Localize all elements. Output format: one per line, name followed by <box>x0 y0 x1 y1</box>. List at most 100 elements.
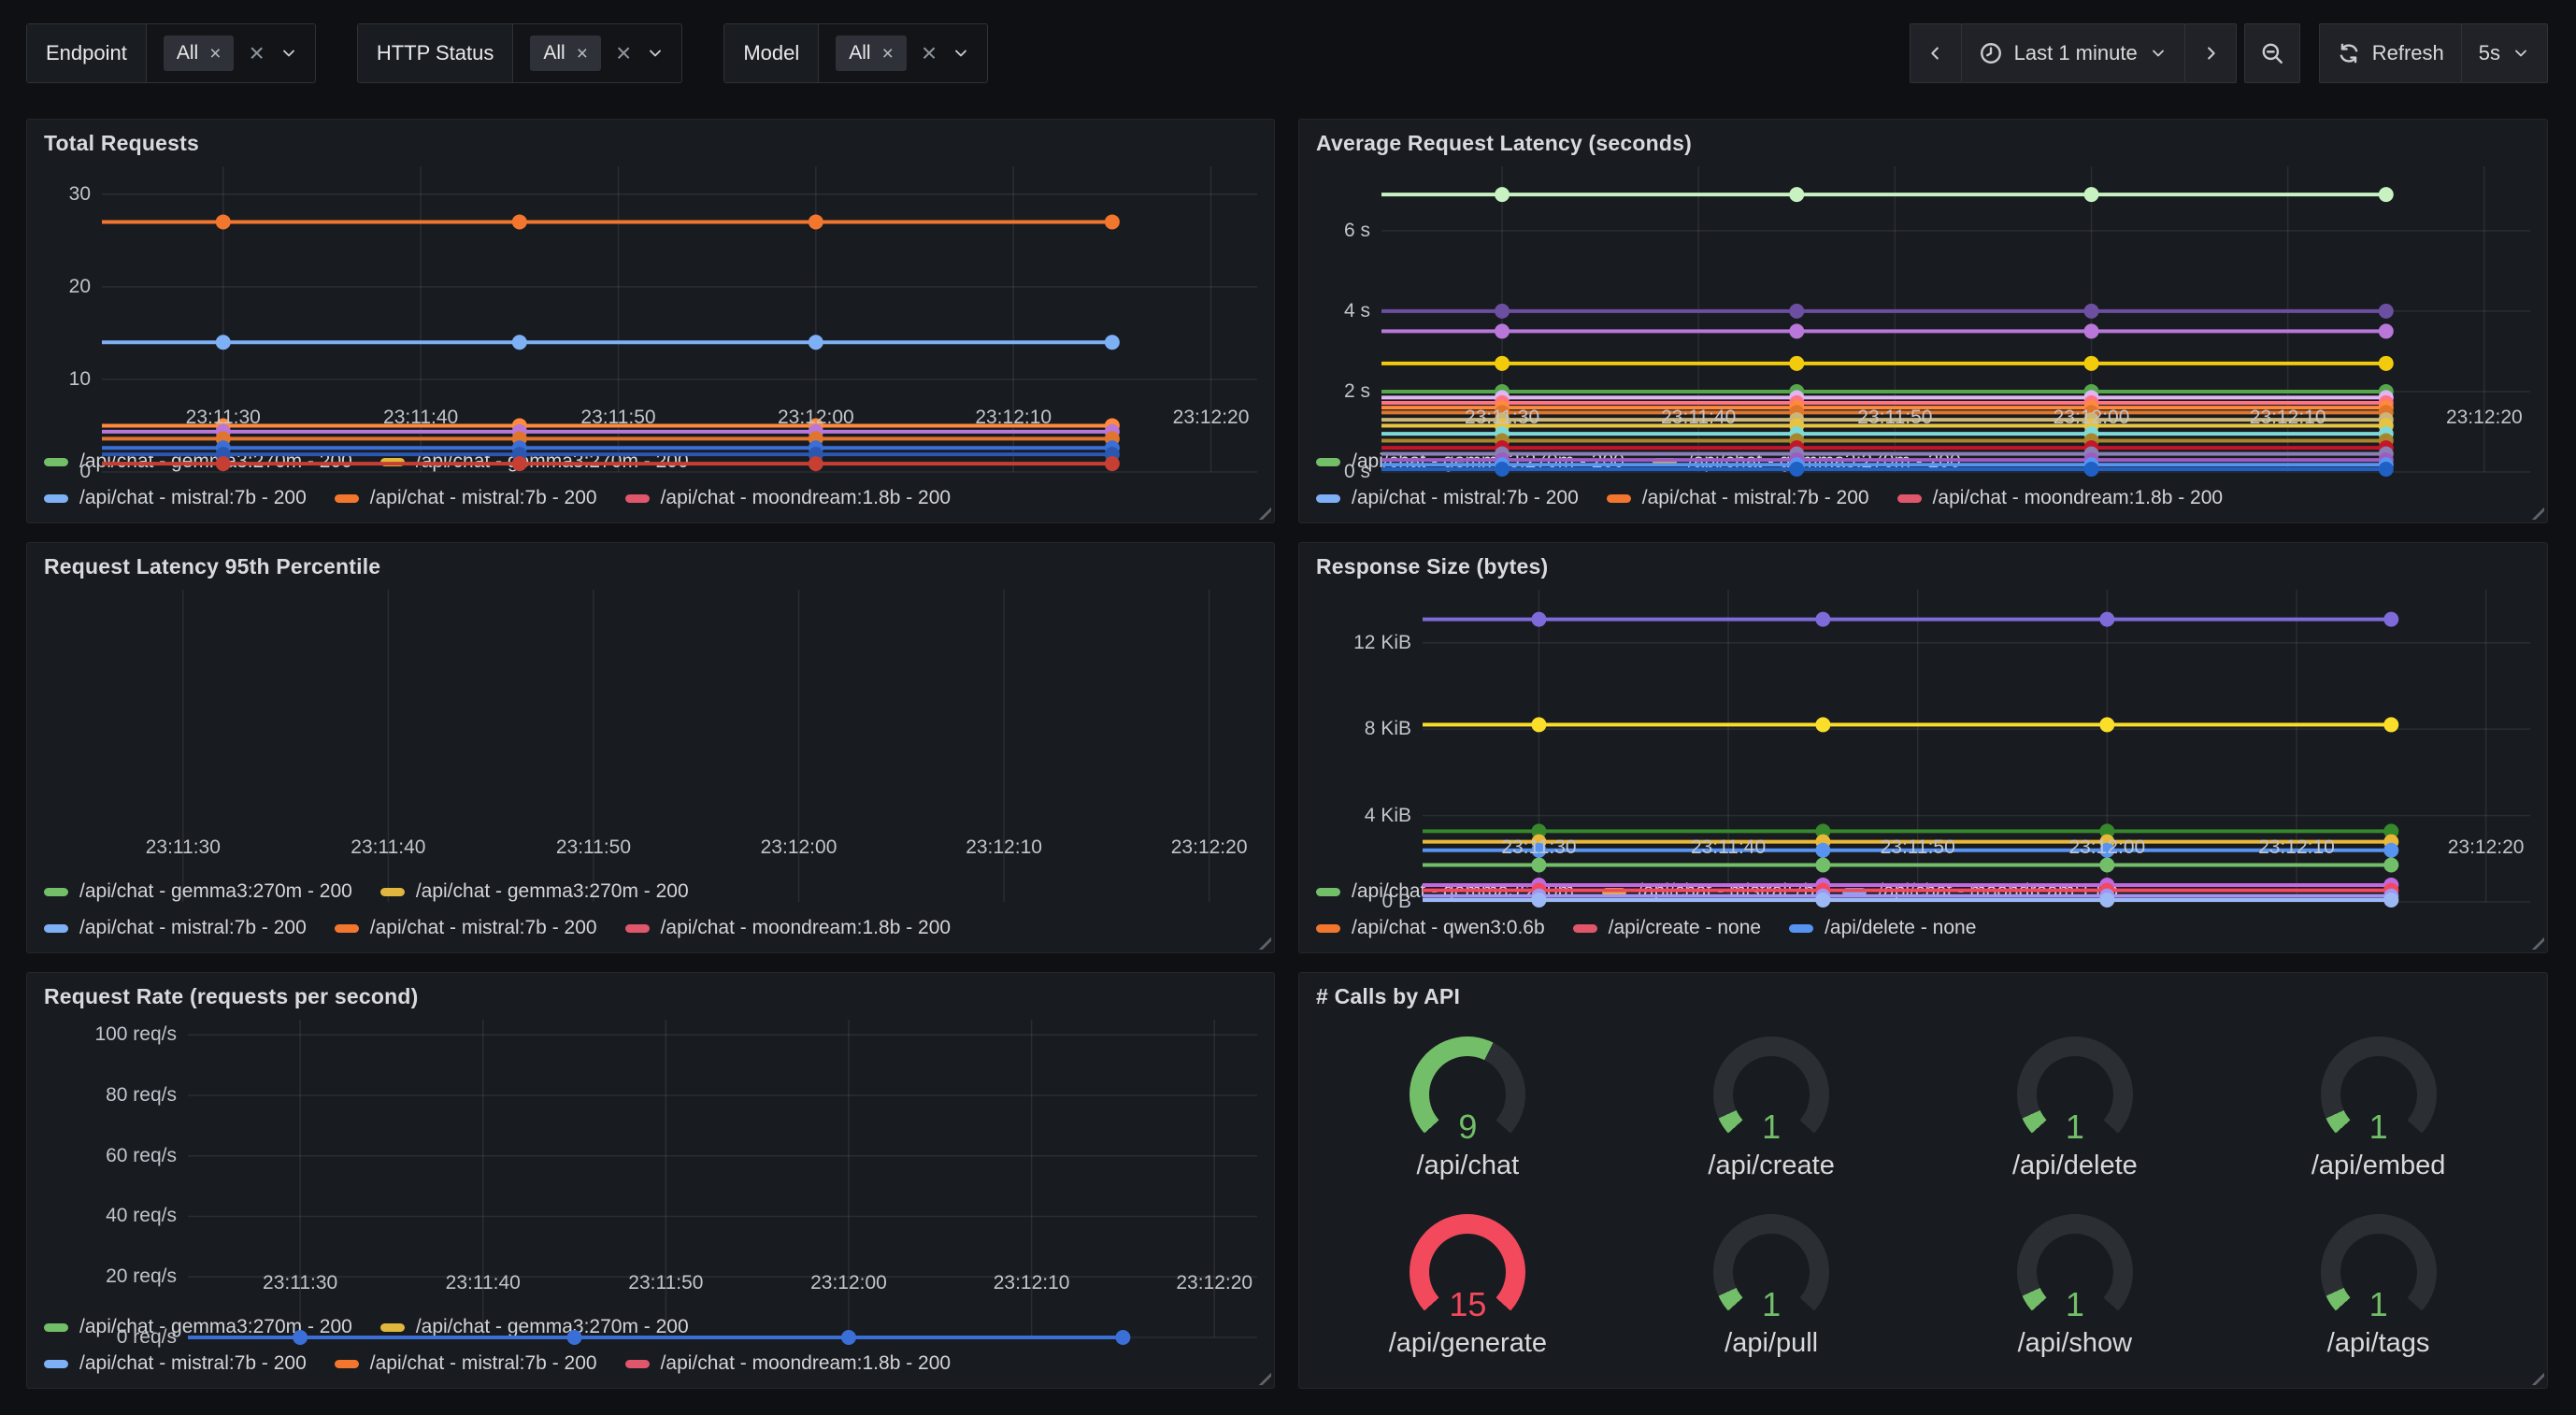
panel-response-size: Response Size (bytes) 0 B4 KiB8 KiB12 Ki… <box>1298 542 2548 953</box>
gauge-value: 1 <box>2321 1285 2437 1324</box>
time-range-picker[interactable]: Last 1 minute <box>1961 23 2185 83</box>
legend-item[interactable]: /api/chat - mistral:7b - 200 <box>1316 487 1579 509</box>
gauge-api-pull: 1 /api/pull <box>1713 1214 1829 1359</box>
y-tick-label: 4 KiB <box>1365 805 1411 827</box>
panel-request-latency-95th-percentile: Request Latency 95th Percentile 23:11:30… <box>26 542 1275 953</box>
legend-series-chip <box>44 1323 68 1332</box>
legend-series-chip <box>1897 494 1922 503</box>
x-tick-label: 23:12:20 <box>1171 836 1248 859</box>
legend-series-label: /api/chat - qwen3:0.6b <box>1352 917 1545 939</box>
x-tick-label: 23:12:00 <box>778 407 854 429</box>
filter-chip[interactable]: All × <box>530 36 601 71</box>
chevron-down-icon <box>2149 44 2168 63</box>
legend-item[interactable]: /api/chat - mistral:7b - 200 <box>44 917 307 939</box>
dashboard-toolbar: Endpoint All × × HTTP Status All × × <box>26 22 2548 84</box>
legend-series-label: /api/chat - mistral:7b - 200 <box>370 487 597 509</box>
x-axis-labels: 23:11:3023:11:4023:11:5023:12:0023:12:10… <box>57 829 1257 863</box>
panel-total-requests: Total Requests 0102030 23:11:3023:11:402… <box>26 119 1275 523</box>
filter-http-status-picker[interactable]: All × × <box>513 24 681 82</box>
panel-title: # Calls by API <box>1316 984 2530 1020</box>
x-tick-label: 23:11:40 <box>1661 407 1736 429</box>
panel-average-request-latency: Average Request Latency (seconds) 0 s2 s… <box>1298 119 2548 523</box>
y-tick-label: 12 KiB <box>1353 632 1411 654</box>
legend-series-chip <box>1607 494 1631 503</box>
legend-item[interactable]: /api/chat - moondream:1.8b - 200 <box>1897 487 2224 509</box>
gauge-label: /api/show <box>2018 1328 2133 1359</box>
y-tick-label: 0 req/s <box>117 1326 177 1349</box>
filter-chip[interactable]: All × <box>836 36 907 71</box>
chevron-down-icon[interactable] <box>952 44 970 63</box>
x-axis-labels: 23:11:3023:11:4023:11:5023:12:0023:12:10… <box>102 399 1257 433</box>
legend-item[interactable]: /api/chat - mistral:7b - 200 <box>335 917 597 939</box>
panel-calls-by-api: # Calls by API 9 /api/chat 1 /api/create… <box>1298 972 2548 1389</box>
legend-series-chip <box>335 1360 359 1368</box>
y-tick-label: 100 req/s <box>94 1023 177 1046</box>
legend-item[interactable]: /api/delete - none <box>1789 917 1976 939</box>
time-shift-forward-button[interactable] <box>2184 23 2237 83</box>
y-tick-label: 30 <box>69 183 91 206</box>
legend-series-chip <box>625 1360 650 1368</box>
y-axis-labels: 0 s2 s4 s6 s <box>1316 166 1381 399</box>
refresh-label: Refresh <box>2372 41 2444 65</box>
refresh-interval-picker[interactable]: 5s <box>2461 23 2548 83</box>
x-tick-label: 23:11:40 <box>383 407 458 429</box>
y-tick-label: 20 req/s <box>106 1265 177 1288</box>
legend-item[interactable]: /api/chat - moondream:1.8b - 200 <box>625 487 952 509</box>
filter-model-picker[interactable]: All × × <box>819 24 987 82</box>
gauge-label: /api/delete <box>2012 1151 2138 1181</box>
legend-item[interactable]: /api/chat - mistral:7b - 200 <box>44 487 307 509</box>
plot-area[interactable] <box>1423 590 2530 829</box>
x-tick-label: 23:12:10 <box>2258 836 2335 859</box>
chevron-down-icon[interactable] <box>279 44 298 63</box>
x-tick-label: 23:12:10 <box>966 836 1042 859</box>
zoom-out-time-button[interactable] <box>2244 23 2300 83</box>
panel-title: Average Request Latency (seconds) <box>1316 131 2530 166</box>
y-tick-label: 4 s <box>1344 300 1370 322</box>
clear-filter-icon[interactable]: × <box>922 40 937 66</box>
time-shift-back-button[interactable] <box>1910 23 1962 83</box>
panel-title: Request Rate (requests per second) <box>44 984 1257 1020</box>
legend-series-label: /api/chat - moondream:1.8b - 200 <box>1933 487 2224 509</box>
legend-series-chip <box>335 924 359 933</box>
plot-area[interactable] <box>102 166 1257 399</box>
filter-chip-text: All <box>543 42 565 64</box>
chip-remove-icon[interactable]: × <box>577 44 588 64</box>
gauge-api-delete: 1 /api/delete <box>2012 1036 2138 1181</box>
x-tick-label: 23:12:10 <box>975 407 1052 429</box>
legend-item[interactable]: /api/chat - mistral:7b - 200 <box>1607 487 1869 509</box>
plot-area[interactable] <box>1381 166 2530 399</box>
panel-request-rate: Request Rate (requests per second) 0 req… <box>26 972 1275 1389</box>
plot-area[interactable] <box>57 590 1257 829</box>
legend-item[interactable]: /api/chat - mistral:7b - 200 <box>335 487 597 509</box>
x-axis-labels: 23:11:3023:11:4023:11:5023:12:0023:12:10… <box>1381 399 2530 433</box>
clear-filter-icon[interactable]: × <box>249 40 264 66</box>
gauge-api-chat: 9 /api/chat <box>1410 1036 1525 1181</box>
filter-chip[interactable]: All × <box>164 36 235 71</box>
clear-filter-icon[interactable]: × <box>616 40 631 66</box>
legend-series-label: /api/chat - moondream:1.8b - 200 <box>661 487 952 509</box>
chevron-left-icon <box>1925 43 1946 64</box>
gauge-api-embed: 1 /api/embed <box>2311 1036 2446 1181</box>
gauge-value: 1 <box>2017 1108 2133 1147</box>
filter-http-status: HTTP Status All × × <box>357 23 683 83</box>
gauge-grid: 9 /api/chat 1 /api/create 1 /api/delete … <box>1316 1020 2530 1375</box>
chip-remove-icon[interactable]: × <box>209 44 221 64</box>
x-tick-label: 23:11:50 <box>580 407 655 429</box>
chevron-down-icon[interactable] <box>646 44 665 63</box>
gauge-label: /api/create <box>1708 1151 1834 1181</box>
legend-item[interactable]: /api/chat - mistral:7b - 200 <box>44 1352 307 1375</box>
y-tick-label: 8 KiB <box>1365 718 1411 740</box>
legend-item[interactable]: /api/create - none <box>1573 917 1761 939</box>
x-tick-label: 23:12:00 <box>2054 407 2130 429</box>
refresh-button[interactable]: Refresh <box>2319 23 2462 83</box>
plot-area[interactable] <box>188 1020 1257 1265</box>
legend-item[interactable]: /api/chat - mistral:7b - 200 <box>335 1352 597 1375</box>
legend-item[interactable]: /api/chat - moondream:1.8b - 200 <box>625 1352 952 1375</box>
legend-item[interactable]: /api/chat - qwen3:0.6b <box>1316 917 1545 939</box>
gauge-label: /api/generate <box>1389 1328 1547 1359</box>
clock-icon <box>1979 41 2003 65</box>
filter-endpoint-picker[interactable]: All × × <box>147 24 315 82</box>
legend-item[interactable]: /api/chat - moondream:1.8b - 200 <box>625 917 952 939</box>
x-tick-label: 23:11:30 <box>263 1272 337 1294</box>
chip-remove-icon[interactable]: × <box>882 44 894 64</box>
